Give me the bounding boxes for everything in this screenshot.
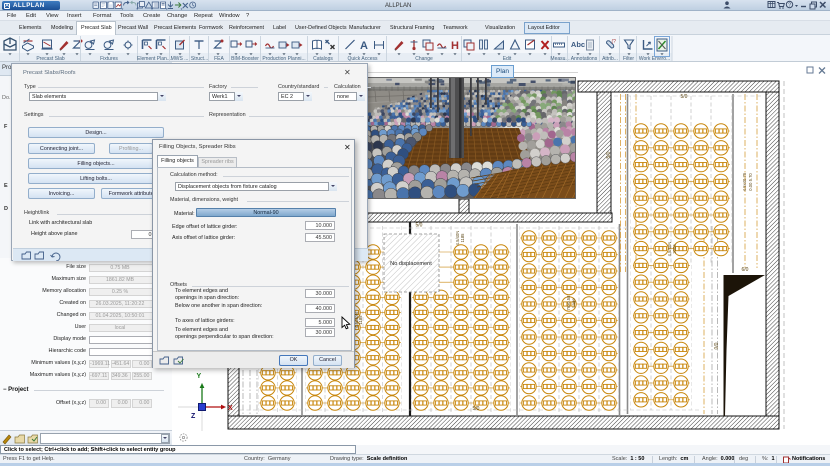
svg-text:5/0: 5/0: [416, 223, 423, 229]
svg-text:Abc: Abc: [571, 40, 585, 49]
svg-text:1185: 1185: [460, 233, 465, 243]
svg-text:No displacement: No displacement: [390, 261, 432, 267]
svg-text:0.00 5.70: 0.00 5.70: [748, 173, 753, 191]
svg-text:5/0: 5/0: [473, 406, 480, 412]
svg-text:4.5x40.75: 4.5x40.75: [742, 172, 747, 191]
svg-text:6/0: 6/0: [742, 267, 749, 273]
svg-text:5/0: 5/0: [606, 151, 612, 158]
svg-text:0/0: 0/0: [714, 342, 720, 349]
svg-text:Lage: Lage: [571, 298, 576, 308]
svg-text:H: H: [451, 40, 459, 52]
svg-text:1185: 1185: [358, 315, 363, 325]
svg-text:X: X: [228, 405, 233, 412]
svg-text:(?: (?: [612, 39, 617, 45]
svg-text:Y: Y: [197, 373, 202, 380]
svg-text:5/0: 5/0: [681, 94, 688, 100]
svg-text:Z: Z: [191, 413, 196, 420]
svg-text:?: ?: [788, 3, 791, 9]
svg-text:A: A: [360, 40, 368, 52]
svg-text:2006: 2006: [672, 244, 677, 254]
